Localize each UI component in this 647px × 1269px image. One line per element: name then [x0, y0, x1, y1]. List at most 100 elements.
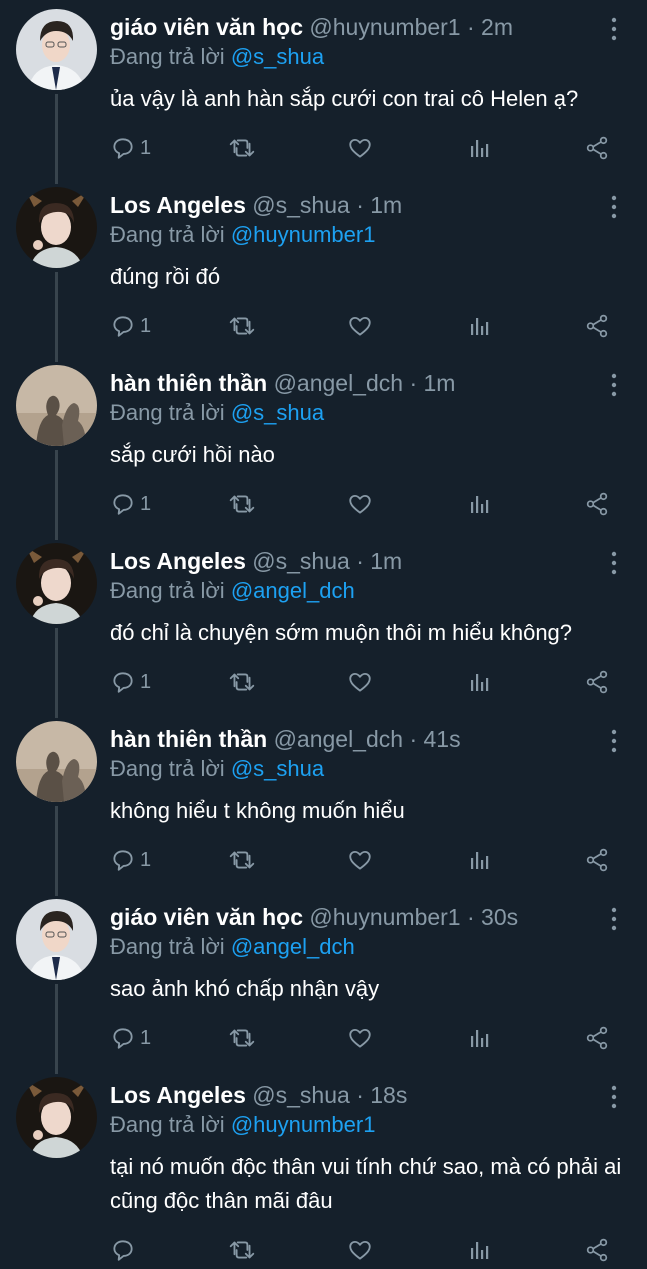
- more-vertical-icon[interactable]: [604, 548, 624, 578]
- analytics-button[interactable]: [467, 845, 491, 875]
- like-button[interactable]: [347, 845, 373, 875]
- tweet[interactable]: giáo viên văn học @huynumber1 · 30s Đang…: [0, 892, 647, 1074]
- analytics-button[interactable]: [467, 1235, 491, 1265]
- analytics-icon: [467, 492, 491, 516]
- tweet[interactable]: Los Angeles @s_shua · 1m Đang trả lời @h…: [0, 180, 647, 362]
- tweet[interactable]: hàn thiên thần @angel_dch · 41s Đang trả…: [0, 714, 647, 896]
- like-button[interactable]: [347, 1235, 373, 1265]
- display-name[interactable]: Los Angeles: [110, 1082, 246, 1108]
- share-button[interactable]: [584, 311, 610, 341]
- more-vertical-icon[interactable]: [604, 726, 624, 756]
- tweet-actions: 1: [108, 845, 628, 875]
- tweet[interactable]: Los Angeles @s_shua · 1m Đang trả lời @a…: [0, 536, 647, 718]
- like-button[interactable]: [347, 489, 373, 519]
- reply-button[interactable]: 1: [110, 489, 151, 519]
- share-button[interactable]: [584, 845, 610, 875]
- more-vertical-icon[interactable]: [604, 192, 624, 222]
- analytics-icon: [467, 848, 491, 872]
- display-name[interactable]: Los Angeles: [110, 192, 246, 218]
- avatar[interactable]: [16, 187, 97, 268]
- reply-button[interactable]: [110, 1235, 140, 1265]
- tweet[interactable]: giáo viên văn học @huynumber1 · 2m Đang …: [0, 2, 647, 184]
- avatar[interactable]: [16, 899, 97, 980]
- more-vertical-icon[interactable]: [604, 904, 624, 934]
- retweet-button[interactable]: [228, 845, 256, 875]
- replying-to: Đang trả lời @s_shua: [110, 44, 324, 70]
- share-button[interactable]: [584, 489, 610, 519]
- share-icon: [584, 1025, 610, 1051]
- tweet-header: hàn thiên thần @angel_dch · 41s: [110, 726, 461, 753]
- retweet-icon: [228, 669, 256, 695]
- tweet-actions: 1: [108, 1023, 628, 1053]
- retweet-icon: [228, 313, 256, 339]
- like-button[interactable]: [347, 133, 373, 163]
- reply-button[interactable]: 1: [110, 133, 151, 163]
- tweet-header: giáo viên văn học @huynumber1 · 2m: [110, 14, 513, 41]
- share-button[interactable]: [584, 133, 610, 163]
- retweet-icon: [228, 491, 256, 517]
- reply-button[interactable]: 1: [110, 1023, 151, 1053]
- mention-link[interactable]: @s_shua: [231, 400, 324, 425]
- tweet-header: Los Angeles @s_shua · 18s: [110, 1082, 407, 1109]
- more-vertical-icon[interactable]: [604, 14, 624, 44]
- avatar[interactable]: [16, 1077, 97, 1158]
- analytics-button[interactable]: [467, 133, 491, 163]
- mention-link[interactable]: @huynumber1: [231, 222, 376, 247]
- retweet-button[interactable]: [228, 489, 256, 519]
- retweet-button[interactable]: [228, 1235, 256, 1265]
- reply-icon: [110, 847, 136, 873]
- display-name[interactable]: hàn thiên thần: [110, 726, 267, 752]
- analytics-icon: [467, 314, 491, 338]
- mention-link[interactable]: @s_shua: [231, 44, 324, 69]
- analytics-icon: [467, 670, 491, 694]
- analytics-icon: [467, 1026, 491, 1050]
- display-name[interactable]: hàn thiên thần: [110, 370, 267, 396]
- share-button[interactable]: [584, 667, 610, 697]
- like-button[interactable]: [347, 667, 373, 697]
- analytics-button[interactable]: [467, 1023, 491, 1053]
- analytics-button[interactable]: [467, 311, 491, 341]
- retweet-button[interactable]: [228, 667, 256, 697]
- mention-link[interactable]: @angel_dch: [231, 578, 355, 603]
- mention-link[interactable]: @angel_dch: [231, 934, 355, 959]
- reply-count: 1: [140, 848, 152, 871]
- tweet-actions: 1: [108, 667, 628, 697]
- reply-button[interactable]: 1: [110, 667, 151, 697]
- analytics-icon: [467, 1238, 491, 1262]
- handle-and-time: @huynumber1 · 2m: [309, 14, 513, 40]
- reply-count: 1: [140, 136, 152, 159]
- analytics-button[interactable]: [467, 667, 491, 697]
- share-button[interactable]: [584, 1235, 610, 1265]
- display-name[interactable]: giáo viên văn học: [110, 904, 303, 930]
- retweet-button[interactable]: [228, 311, 256, 341]
- replying-to-label: Đang trả lời: [110, 934, 231, 959]
- avatar[interactable]: [16, 721, 97, 802]
- analytics-button[interactable]: [467, 489, 491, 519]
- avatar[interactable]: [16, 9, 97, 90]
- share-button[interactable]: [584, 1023, 610, 1053]
- retweet-button[interactable]: [228, 1023, 256, 1053]
- heart-icon: [347, 669, 373, 695]
- reply-button[interactable]: 1: [110, 845, 151, 875]
- avatar[interactable]: [16, 365, 97, 446]
- like-button[interactable]: [347, 1023, 373, 1053]
- tweet-text: không hiểu t không muốn hiểu: [110, 798, 405, 823]
- like-button[interactable]: [347, 311, 373, 341]
- avatar[interactable]: [16, 543, 97, 624]
- replying-to-label: Đang trả lời: [110, 578, 231, 603]
- display-name[interactable]: Los Angeles: [110, 548, 246, 574]
- reply-icon: [110, 491, 136, 517]
- more-vertical-icon[interactable]: [604, 370, 624, 400]
- replying-to: Đang trả lời @huynumber1: [110, 222, 375, 248]
- tweet[interactable]: Los Angeles @s_shua · 18s Đang trả lời @…: [0, 1070, 647, 1269]
- mention-link[interactable]: @huynumber1: [231, 1112, 376, 1137]
- tweet[interactable]: hàn thiên thần @angel_dch · 1m Đang trả …: [0, 358, 647, 540]
- reply-icon: [110, 1237, 136, 1263]
- more-vertical-icon[interactable]: [604, 1082, 624, 1112]
- retweet-button[interactable]: [228, 133, 256, 163]
- display-name[interactable]: giáo viên văn học: [110, 14, 303, 40]
- reply-count: 1: [140, 314, 152, 337]
- mention-link[interactable]: @s_shua: [231, 756, 324, 781]
- reply-icon: [110, 669, 136, 695]
- reply-button[interactable]: 1: [110, 311, 151, 341]
